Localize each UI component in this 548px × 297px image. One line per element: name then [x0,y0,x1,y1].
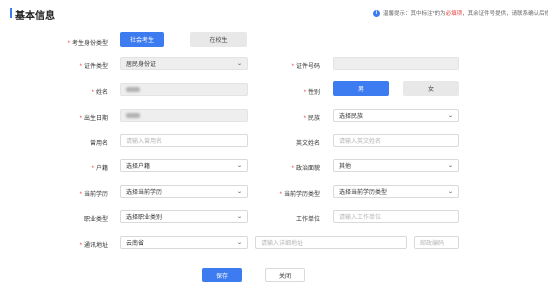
english-name-input[interactable]: 请输入英文姓名 [333,134,459,147]
close-button[interactable]: 关闭 [265,268,305,282]
name-field[interactable] [120,83,248,96]
section-title: 基本信息 [15,11,55,22]
id-type-select[interactable]: 居民身份证 ⌄ [120,57,248,70]
chevron-down-icon: ⌄ [447,189,454,195]
name-label: * 姓名 [91,90,108,96]
household-select[interactable]: 选择户籍 ⌄ [120,159,248,172]
ethnicity-select[interactable]: 选择民族 ⌄ [333,109,459,122]
chevron-down-icon: ⌄ [236,61,243,67]
candidate-type-label: * 考生身份类型 [67,41,108,47]
employer-label: 工作单位 [295,217,320,223]
chevron-down-icon: ⌄ [447,163,454,169]
info-icon: i [373,9,380,17]
gender-label: * 性别 [303,90,320,96]
birth-date-label: * 出生日期 [79,116,108,122]
id-number-field[interactable] [333,57,459,70]
chevron-down-icon: ⌄ [236,189,243,195]
employer-input[interactable]: 请输入工作单位 [333,210,459,223]
candidate-type-social-toggle[interactable]: 社会考生 [120,32,164,47]
education-type-select[interactable]: 选择当前学历类型 ⌄ [333,185,459,198]
id-number-label: * 证件号码 [291,64,320,70]
former-name-input[interactable]: 请输入曾用名 [120,134,248,147]
gender-male-toggle[interactable]: 男 [333,81,389,96]
redacted-birth-date [126,113,140,118]
candidate-type-student-toggle[interactable]: 在校生 [190,32,247,47]
education-type-label: * 当前学历类型 [279,192,320,198]
gender-female-toggle[interactable]: 女 [403,81,459,96]
birth-date-field[interactable] [120,109,248,122]
household-label: * 户籍 [91,166,108,172]
save-button[interactable]: 保存 [202,268,242,282]
education-select[interactable]: 选择当前学历 ⌄ [120,185,248,198]
former-name-label: 曾用名 [89,141,108,147]
redacted-name [126,87,140,92]
title-accent-bar [10,8,12,18]
english-name-label: 英文姓名 [295,141,320,147]
occupation-label: 职业类型 [83,217,108,223]
address-label: * 通讯地址 [79,243,108,249]
education-label: * 当前学历 [79,192,108,198]
chevron-down-icon: ⌄ [236,214,243,220]
chevron-down-icon: ⌄ [447,113,454,119]
id-type-label: * 证件类型 [79,64,108,70]
notice-text: i 温馨提示：其中标注*的为 必填项 ，其余证件号提供，请联系确认后修改 [373,9,548,17]
address-province-select[interactable]: 云南省 ⌄ [120,236,248,249]
political-status-label: * 政治面貌 [291,166,320,172]
occupation-select[interactable]: 选择职业类别 ⌄ [120,210,248,223]
chevron-down-icon: ⌄ [236,240,243,246]
political-status-select[interactable]: 其他 ⌄ [333,159,459,172]
chevron-down-icon: ⌄ [236,163,243,169]
postcode-input[interactable]: 邮政编码 [414,236,459,249]
address-detail-input[interactable]: 请输入详细地址 [255,236,407,249]
ethnicity-label: * 民族 [303,116,320,122]
